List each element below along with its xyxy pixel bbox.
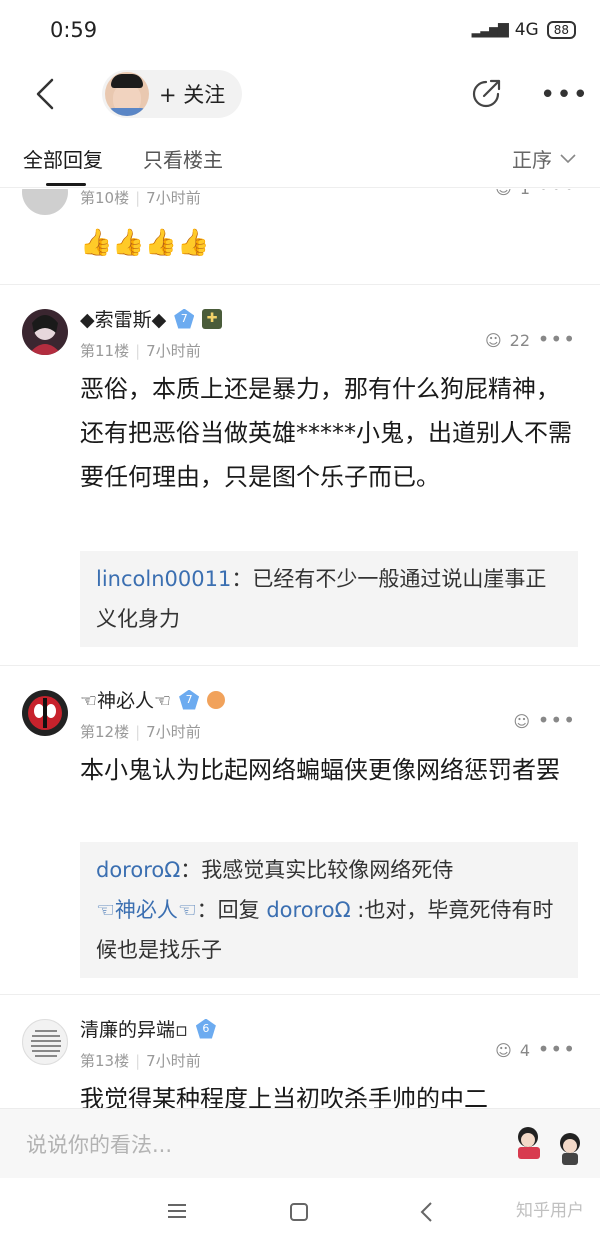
author-avatar xyxy=(105,72,149,116)
comment-content: 我觉得某种程度上当初吹杀手帅的中二 xyxy=(80,1085,488,1108)
comment-more-icon[interactable]: ••• xyxy=(538,708,576,732)
comment-meta: 第10楼 | 7小时前 xyxy=(80,189,201,207)
comment-content: 恶俗，本质上还是暴力，那有什么狗屁精神，还有把恶俗当做英雄*****小鬼，出道别… xyxy=(80,375,572,491)
home-icon[interactable] xyxy=(290,1203,308,1221)
level-badge: 7 xyxy=(174,308,195,329)
level-badge: 6 xyxy=(195,1018,216,1039)
system-nav-bar: 知乎用户 xyxy=(0,1178,600,1249)
comment-meta: 第13楼 | 7小时前 xyxy=(80,1052,201,1070)
like-icon: ☺ xyxy=(513,712,530,731)
reply-text: ：我感觉真实比较像网络死侍 xyxy=(180,858,454,882)
reply-quote[interactable]: lincoln00011：已经有不少一般通过说山崖事正义化身力 xyxy=(80,551,578,647)
status-bar: 0:59 ▂▃▅▇ 4G 88 xyxy=(0,0,600,62)
reply-line: ☜神必人☜：回复 dororoΩ :也对，毕竟死侍有时候也是找乐子 xyxy=(96,890,562,970)
tab-indicator xyxy=(46,183,86,186)
avatar[interactable] xyxy=(22,189,68,215)
tab-owner-only[interactable]: 只看楼主 xyxy=(143,144,223,173)
avatar[interactable] xyxy=(22,690,68,736)
tab-all-replies[interactable]: 全部回复 xyxy=(23,144,103,173)
like-count: 22 xyxy=(509,331,530,350)
username[interactable]: 清廉的异端▫ 6 xyxy=(80,1015,216,1042)
like-button[interactable]: ☺ 1 xyxy=(495,189,530,198)
comment-meta: 第11楼 | 7小时前 xyxy=(80,342,201,360)
sticker-icon[interactable] xyxy=(510,1119,590,1169)
status-right: ▂▃▅▇ 4G 88 xyxy=(472,20,576,40)
top-header: + 关注 ••• xyxy=(0,62,600,130)
reply-quote[interactable]: dororoΩ：我感觉真实比较像网络死侍 ☜神必人☜：回复 dororoΩ :也… xyxy=(80,842,578,978)
comment-input-bar: 说说你的看法... xyxy=(0,1108,600,1178)
sort-label: 正序 xyxy=(512,148,552,172)
like-count: 1 xyxy=(520,189,530,198)
like-count: 4 xyxy=(519,1041,530,1060)
like-icon: ☺ xyxy=(484,331,502,350)
comment-item: 清廉的异端▫ 6 第13楼 | 7小时前 ☺ 4 ••• 我觉得某种程度上当初吹杀手… xyxy=(0,995,600,1108)
menu-icon[interactable] xyxy=(166,1200,188,1222)
like-button[interactable]: ☺ 22 xyxy=(485,331,530,350)
avatar[interactable] xyxy=(22,309,68,355)
reply-author[interactable]: ☜神必人☜ xyxy=(96,898,197,922)
network-type: 4G xyxy=(514,20,539,40)
username[interactable]: ◆索雷斯◆ 7 ✚ xyxy=(80,305,223,332)
reply-author[interactable]: dororoΩ xyxy=(96,858,180,882)
share-icon[interactable] xyxy=(468,76,504,112)
comment-more-icon[interactable]: ••• xyxy=(538,327,576,351)
comment-feed[interactable]: 第10楼|7小时前 ☺ 1 ••• 👍👍👍👍 ◆索雷斯◆ 7 ✚ 第11楼|7小… xyxy=(0,189,600,1108)
like-icon: ☺ xyxy=(495,1041,512,1060)
comment-item: ☜神必人☜ 7 第12楼 | 7小时前 ☺ ••• 本小鬼认为比起网络蝙蝠侠更像网络… xyxy=(0,666,600,994)
comment-content: 本小鬼认为比起网络蝙蝠侠更像网络惩罚者罢 xyxy=(80,756,560,784)
battery-icon: 88 xyxy=(546,21,576,39)
level-badge: 7 xyxy=(179,689,200,710)
shield-badge-icon: ✚ xyxy=(202,308,223,329)
watermark: 知乎用户 xyxy=(516,1201,584,1221)
reply-author[interactable]: lincoln00011 xyxy=(96,567,231,591)
like-button[interactable]: ☺ xyxy=(513,712,530,731)
comment-meta: 第12楼 | 7小时前 xyxy=(80,723,201,741)
follow-label: + 关注 xyxy=(159,83,226,107)
reply-mention[interactable]: dororoΩ xyxy=(266,898,350,922)
medal-icon xyxy=(207,690,226,709)
username[interactable]: ☜神必人☜ 7 xyxy=(80,686,226,713)
comment-input[interactable]: 说说你的看法... xyxy=(26,1129,172,1159)
like-button[interactable]: ☺ 4 xyxy=(495,1041,530,1060)
follow-button[interactable]: + 关注 xyxy=(102,70,242,118)
comment-content: 👍👍👍👍 xyxy=(80,228,210,258)
chevron-down-icon xyxy=(560,153,576,163)
reply-tabs: 全部回复 只看楼主 正序 xyxy=(0,130,600,188)
reply-line: dororoΩ：我感觉真实比较像网络死侍 xyxy=(96,850,562,890)
nav-back-icon[interactable] xyxy=(418,1200,436,1224)
comment-more-icon[interactable]: ••• xyxy=(538,189,576,199)
signal-icon: ▂▃▅▇ xyxy=(471,22,509,38)
reply-text: ：回复 xyxy=(196,898,267,922)
comment-more-icon[interactable]: ••• xyxy=(538,1037,576,1061)
like-icon: ☺ xyxy=(495,189,512,198)
avatar[interactable] xyxy=(22,1019,68,1065)
more-options-icon[interactable]: ••• xyxy=(540,80,589,110)
comment-item: ◆索雷斯◆ 7 ✚ 第11楼 | 7小时前 ☺ 22 ••• 恶俗，本质上还是暴力，… xyxy=(0,285,600,665)
comment-item: 第10楼|7小时前 ☺ 1 ••• 👍👍👍👍 xyxy=(0,189,600,285)
status-time: 0:59 xyxy=(50,18,98,42)
sort-dropdown[interactable]: 正序 xyxy=(512,144,576,173)
back-icon[interactable] xyxy=(28,74,68,114)
